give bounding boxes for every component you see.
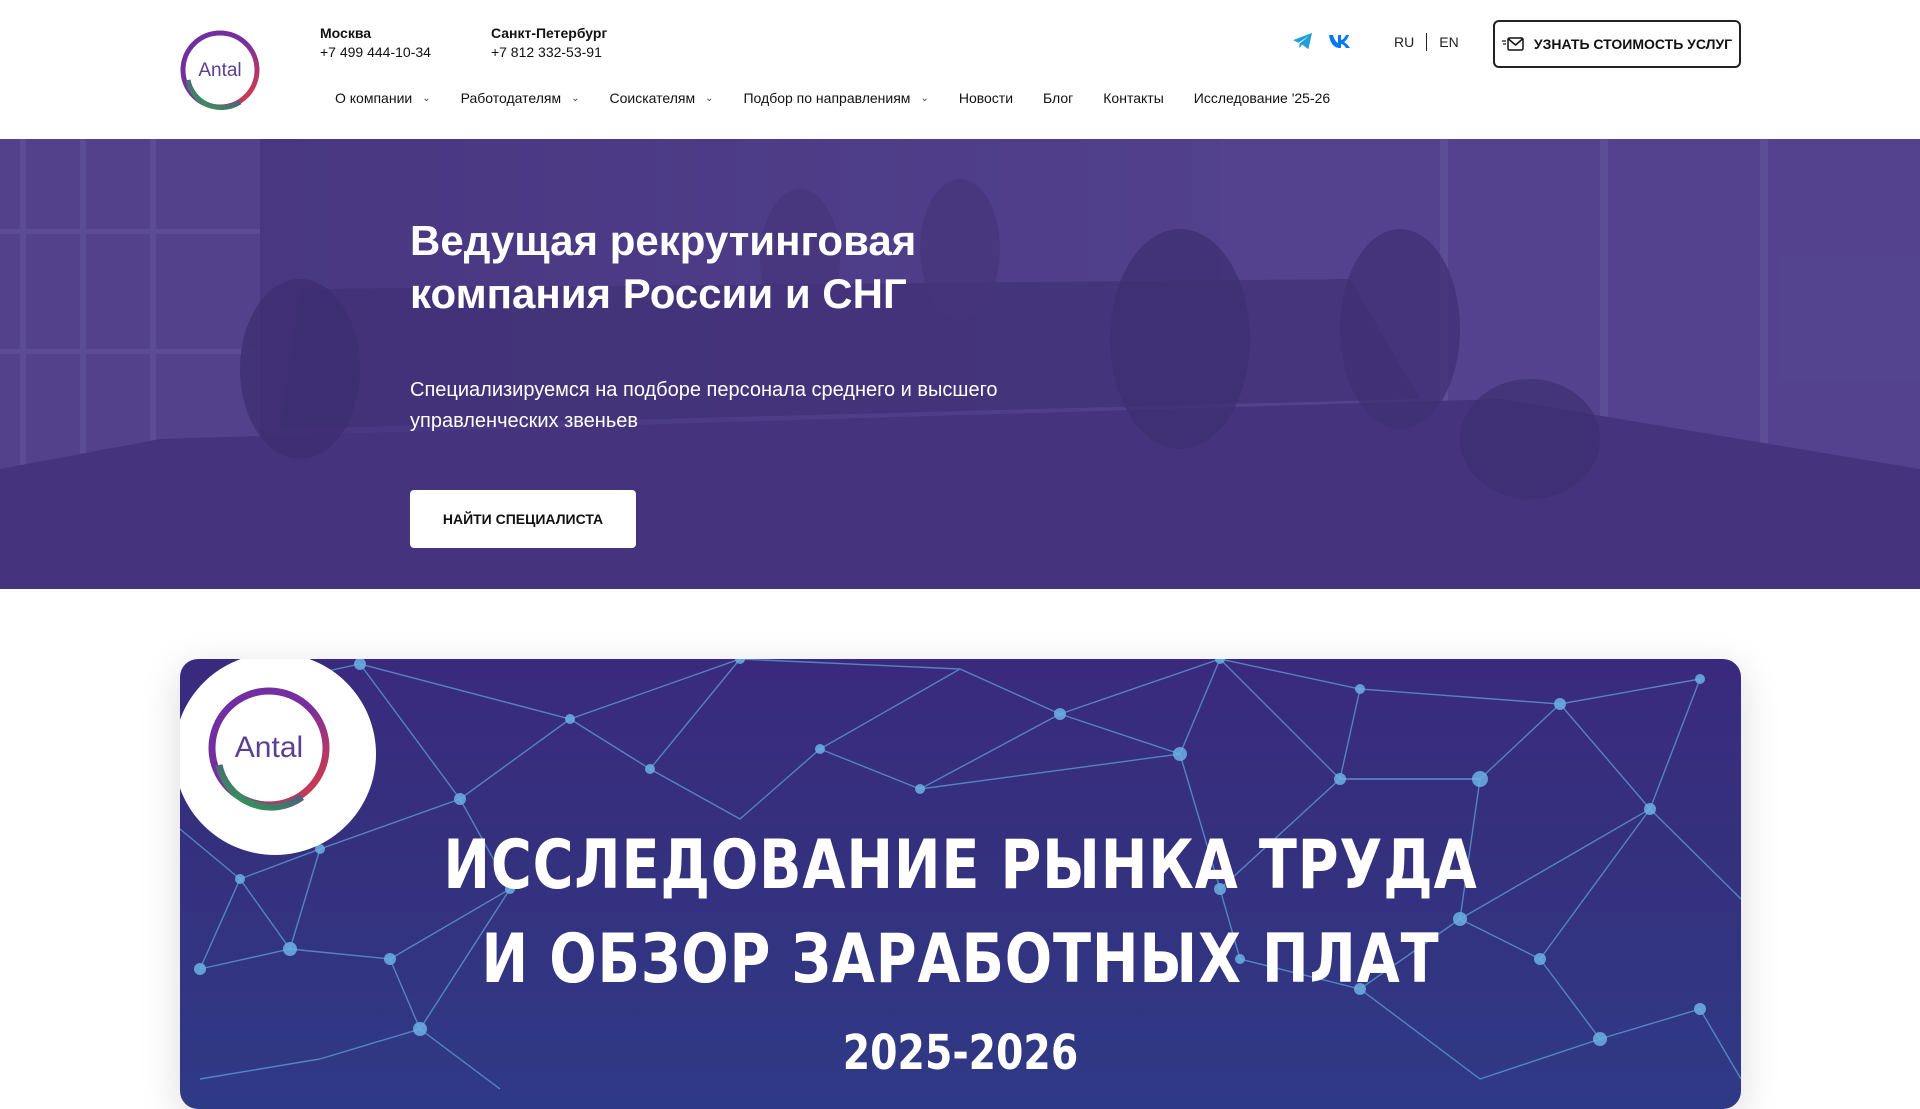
chevron-down-icon: ⌄	[571, 92, 580, 104]
svg-text:Antal: Antal	[235, 731, 303, 764]
phone-spb: Санкт-Петербург +7 812 332-53-91	[491, 24, 607, 62]
nav-label: Блог	[1043, 90, 1074, 106]
social-links	[1292, 32, 1354, 50]
phone-moscow: Москва +7 499 444-10-34	[320, 24, 431, 62]
vk-icon[interactable]	[1328, 33, 1354, 49]
city-name: Санкт-Петербург	[490, 25, 608, 41]
hero-title-line2: компания России и СНГ	[410, 270, 907, 317]
mail-icon	[1501, 37, 1524, 51]
nav-item-contacts[interactable]: Контакты	[1103, 90, 1163, 106]
language-switcher: RU EN	[1394, 33, 1459, 51]
chevron-down-icon: ⌄	[422, 92, 431, 104]
hero-subtitle: Специализируемся на подборе персонала ср…	[410, 375, 1110, 437]
get-price-label: УЗНАТЬ СТОИМОСТЬ УСЛУГ	[1533, 36, 1733, 52]
hero-subtitle-line1: Специализируемся на подборе персонала ср…	[410, 379, 998, 401]
chevron-down-icon: ⌄	[705, 92, 714, 104]
nav-label: Контакты	[1103, 90, 1164, 106]
antal-logo[interactable]: Antal	[178, 28, 262, 112]
hero-section: Ведущая рекрутинговая компания России и …	[0, 139, 1920, 589]
nav-item-news[interactable]: Новости	[959, 90, 1013, 106]
telegram-icon[interactable]	[1292, 32, 1314, 50]
hero-overlay	[0, 139, 1920, 589]
phone-number[interactable]: +7 812 332-53-91	[491, 42, 607, 62]
get-price-button[interactable]: УЗНАТЬ СТОИМОСТЬ УСЛУГ	[1493, 20, 1741, 68]
main-nav: О компании ⌄ Работодателям ⌄ Соискателям ⌄ …	[335, 90, 1360, 106]
find-specialist-button[interactable]: НАЙТИ СПЕЦИАЛИСТА	[410, 490, 636, 548]
nav-item-employers[interactable]: Работодателям ⌄	[461, 90, 580, 106]
nav-item-candidates[interactable]: Соискателям ⌄	[610, 90, 714, 106]
banner-title: ИССЛЕДОВАНИЕ РЫНКА ТРУДА И ОБЗОР ЗАРАБОТ…	[320, 819, 1600, 1007]
nav-label: Исследование '25-26	[1193, 90, 1331, 106]
nav-item-directions[interactable]: Подбор по направлениям ⌄	[743, 90, 928, 106]
site-header: Antal Москва +7 499 444-10-34 Санкт-Пете…	[0, 0, 1920, 139]
hero-title-line1: Ведущая рекрутинговая	[410, 217, 917, 264]
nav-item-about[interactable]: О компании ⌄	[335, 90, 431, 106]
banner-year: 2025-2026	[842, 1025, 1079, 1081]
hero-subtitle-line2: управленческих звеньев	[410, 410, 639, 432]
chevron-down-icon: ⌄	[920, 92, 929, 104]
lang-divider	[1426, 33, 1428, 51]
svg-text:Antal: Antal	[198, 60, 241, 81]
antal-logo: Antal	[208, 687, 330, 811]
phone-list: Москва +7 499 444-10-34 Санкт-Петербург …	[320, 24, 607, 62]
nav-label: Работодателям	[460, 90, 562, 106]
nav-label: Соискателям	[609, 90, 696, 106]
lang-en[interactable]: EN	[1439, 34, 1458, 50]
nav-item-research[interactable]: Исследование '25-26	[1194, 90, 1330, 106]
banner-title-line2: И ОБЗОР ЗАРАБОТНЫХ ПЛАТ	[481, 920, 1440, 999]
nav-label: Новости	[958, 90, 1014, 106]
lang-ru[interactable]: RU	[1394, 34, 1414, 50]
nav-item-blog[interactable]: Блог	[1043, 90, 1073, 106]
research-banner[interactable]: Antal ИССЛЕДОВАНИЕ РЫНКА ТРУДА И ОБЗОР З…	[180, 659, 1741, 1109]
phone-number[interactable]: +7 499 444-10-34	[320, 42, 431, 62]
banner-title-line1: ИССЛЕДОВАНИЕ РЫНКА ТРУДА	[443, 826, 1478, 905]
nav-label: Подбор по направлениям	[743, 90, 911, 106]
city-name: Москва	[320, 25, 372, 41]
hero-title: Ведущая рекрутинговая компания России и …	[410, 214, 1110, 320]
nav-label: О компании	[335, 90, 413, 106]
